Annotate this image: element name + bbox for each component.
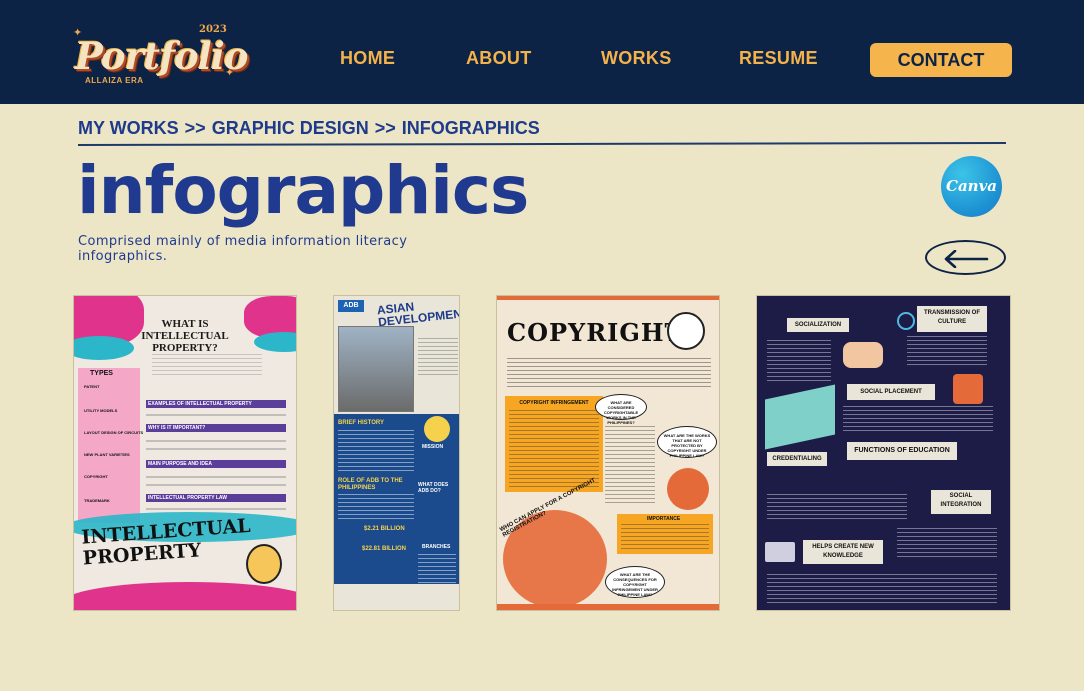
card-footer-title: INTELLECTUAL PROPERTY (80, 514, 252, 570)
function-label: SOCIAL PLACEMENT (847, 384, 935, 400)
section-heading: WHAT DOES ADB DO? (418, 482, 449, 494)
section-heading: BRANCHES (422, 544, 451, 550)
infographic-card-copyright[interactable]: COPYRIGHT COPYRIGHT INFRINGEMENT WHAT AR… (496, 295, 720, 611)
body-text (146, 440, 286, 442)
classroom-illustration (765, 384, 835, 450)
speech-bubble: WHAT ARE THE CONSEQUENCES FOR COPYRIGHT … (605, 566, 665, 598)
type-item: COPYRIGHT (84, 474, 108, 479)
nav-works[interactable]: WORKS (601, 48, 672, 69)
section-heading: IMPORTANCE (647, 516, 681, 522)
body-text (418, 554, 456, 584)
breadcrumb: MY WORKS >> GRAPHIC DESIGN >> INFOGRAPHICS (78, 118, 546, 139)
type-item: PATENT (84, 384, 100, 389)
speech-bubble: WHAT ARE THE WORKS THAT ARE NOT PROTECTE… (657, 426, 717, 458)
body-text (146, 448, 286, 450)
person-illustration (667, 468, 709, 510)
decor-bar (497, 604, 719, 610)
mission-icon (424, 416, 450, 442)
body-text (767, 494, 907, 520)
body-text (338, 494, 414, 520)
breadcrumb-separator: >> (374, 118, 396, 138)
function-label: TRANSMISSION OF CULTURE (917, 306, 987, 332)
people-illustration (843, 342, 883, 368)
arrow-left-icon (944, 250, 989, 268)
laptop-illustration (765, 542, 795, 562)
body-text (621, 524, 709, 550)
adb-logo: ADB (338, 300, 364, 312)
breadcrumb-graphic-design[interactable]: GRAPHIC DESIGN (212, 118, 369, 138)
body-text (418, 338, 458, 378)
body-text (907, 336, 987, 366)
type-item: UTILITY MODELS (84, 408, 118, 413)
section-heading: WHY IS IT IMPORTANT? (148, 425, 206, 431)
building-photo (338, 326, 414, 412)
contact-button[interactable]: CONTACT (870, 43, 1012, 77)
body-text (146, 476, 286, 478)
canva-badge: Canva (941, 156, 1002, 217)
speech-bubble: WHAT ARE CONSIDERED COPYRIGHTABLE WORKS … (595, 394, 647, 425)
back-button[interactable] (925, 240, 1006, 275)
section-heading: EXAMPLES OF INTELLECTUAL PROPERTY (148, 401, 252, 407)
breadcrumb-separator: >> (184, 118, 206, 138)
section-heading: MAIN PURPOSE AND IDEA (148, 461, 212, 467)
body-text (843, 406, 993, 432)
nav-resume[interactable]: RESUME (739, 48, 818, 69)
section-heading: ROLE OF ADB TO THE PHILIPPINES (338, 478, 403, 491)
card-heading: COPYRIGHT (507, 318, 684, 347)
card-heading: WHAT IS INTELLECTUAL PROPERTY? (141, 318, 229, 354)
body-text (605, 426, 655, 506)
nav-about[interactable]: ABOUT (466, 48, 532, 69)
page-title: infographics (77, 152, 529, 229)
decor-blob (74, 336, 134, 360)
body-text (146, 508, 286, 510)
top-nav: ✦ ✦ 2023 Portfolio ALLAIZA ERA HOME ABOU… (0, 0, 1084, 104)
section-heading: MISSION (422, 444, 444, 450)
type-item: NEW PLANT VARIETIES (84, 452, 130, 457)
type-item: LAYOUT DESIGN OF CIRCUITS (84, 430, 144, 435)
types-heading: TYPES (90, 370, 113, 377)
nav-home[interactable]: HOME (340, 48, 395, 69)
function-label: CREDENTIALING (767, 452, 827, 466)
person-illustration (953, 374, 983, 404)
body-text (509, 410, 599, 488)
section-heading: BRIEF HISTORY (338, 420, 385, 426)
body-text (338, 430, 414, 474)
breadcrumb-my-works[interactable]: MY WORKS (78, 118, 179, 138)
body-text (767, 340, 831, 384)
function-label: SOCIAL INTEGRATION (931, 490, 991, 514)
body-text (146, 484, 286, 486)
section-heading: INTELLECTUAL PROPERTY LAW (148, 495, 227, 501)
body-text (507, 358, 711, 388)
lightbulb-icon (246, 544, 282, 584)
portfolio-logo[interactable]: ✦ ✦ 2023 Portfolio ALLAIZA ERA (73, 18, 248, 88)
function-label: HELPS CREATE NEW KNOWLEDGE (803, 540, 883, 564)
decor-blob (254, 332, 296, 352)
cycle-icon (897, 312, 915, 330)
decor-wave (74, 582, 296, 610)
footer-panel (334, 584, 459, 610)
function-title: FUNCTIONS OF EDUCATION (847, 442, 957, 460)
copyright-seal-icon (667, 312, 705, 350)
infographic-card-education[interactable]: SOCIALIZATION TRANSMISSION OF CULTURE SO… (756, 295, 1011, 611)
page-description: Comprised mainly of media information li… (78, 234, 408, 264)
stat-value: $2.21 BILLION (364, 526, 405, 532)
divider-line (77, 142, 1007, 146)
infographic-card-intellectual-property[interactable]: WHAT IS INTELLECTUAL PROPERTY? TYPES PAT… (73, 295, 297, 611)
logo-subtitle: ALLAIZA ERA (85, 76, 144, 85)
breadcrumb-infographics: INFOGRAPHICS (401, 118, 540, 138)
body-text (146, 414, 286, 416)
logo-word: Portfolio (75, 34, 248, 78)
decor-bar (497, 296, 719, 300)
type-item: TRADEMARK (84, 498, 110, 503)
stat-value: $22.81 BILLION (362, 546, 407, 552)
infographic-card-adb[interactable]: ADB ASIAN DEVELOPMENT BANK BRIEF HISTORY… (333, 295, 460, 611)
body-text (152, 354, 262, 378)
body-text (897, 528, 997, 558)
function-label: SOCIALIZATION (787, 318, 849, 332)
body-text (767, 574, 997, 604)
section-heading: COPYRIGHT INFRINGEMENT (519, 400, 589, 406)
